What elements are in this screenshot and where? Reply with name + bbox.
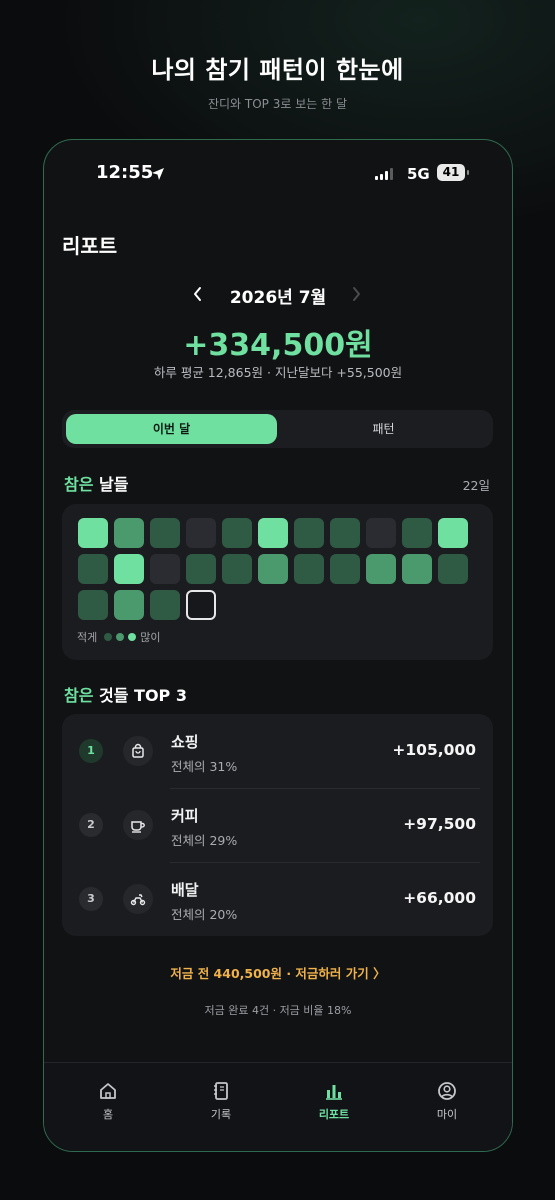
home-icon [100, 1083, 116, 1099]
top3-heading-accent: 참은 [64, 686, 94, 705]
location-arrow-icon [151, 166, 165, 185]
grass-cell[interactable] [402, 554, 432, 584]
category-share: 전체의 31% [171, 759, 238, 774]
tab-bar: 홈 기록 리포트 마이 [44, 1062, 512, 1151]
grass-cell[interactable] [186, 518, 216, 548]
grass-cell[interactable] [402, 518, 432, 548]
grass-cell[interactable] [186, 554, 216, 584]
month-label: 2026년 7월 [229, 288, 327, 308]
category-name: 배달 [171, 881, 199, 899]
grass-cell[interactable] [150, 554, 180, 584]
grass-cell[interactable] [330, 518, 360, 548]
grass-cell[interactable] [222, 554, 252, 584]
tab-record[interactable]: 기록 [191, 1081, 251, 1122]
top3-heading-rest: 것들 TOP 3 [93, 686, 187, 705]
legend-high-label: 많이 [140, 631, 161, 644]
category-share: 전체의 29% [171, 833, 238, 848]
network-label: 5G [407, 165, 430, 183]
top3-row[interactable]: 1 쇼핑 전체의 31% +105,000 [62, 714, 493, 788]
grass-cell[interactable] [438, 554, 468, 584]
category-name: 쇼핑 [171, 733, 199, 751]
grass-cell[interactable] [150, 518, 180, 548]
grass-heading: 참은 날들 [64, 471, 128, 495]
grass-cell[interactable] [438, 518, 468, 548]
rank-badge: 3 [79, 887, 103, 911]
grass-heading-accent: 참은 [64, 475, 94, 494]
bar-chart-icon [326, 1085, 342, 1100]
status-bar: 12:55 5G 41 [44, 162, 512, 186]
signal-icon [375, 168, 393, 180]
promo-title: 나의 참기 패턴이 한눈에 [151, 56, 404, 84]
category-amount: +66,000 [403, 889, 476, 907]
grass-cell[interactable] [258, 554, 288, 584]
grass-cell[interactable] [78, 590, 108, 620]
grass-cell[interactable] [366, 518, 396, 548]
legend-dot-high [128, 633, 137, 641]
grass-cell[interactable] [330, 554, 360, 584]
top3-card: 1 쇼핑 전체의 31% +105,000 2 커피 전체의 29% +97,5… [62, 714, 493, 936]
coffee-cup-icon [123, 810, 153, 840]
rank-badge: 1 [79, 739, 103, 763]
grass-cell[interactable] [258, 518, 288, 548]
status-time: 12:55 [96, 162, 154, 183]
top3-heading: 참은 것들 TOP 3 [64, 682, 187, 706]
grass-cell[interactable] [150, 590, 180, 620]
page-title: 리포트 [62, 234, 118, 258]
category-name: 커피 [171, 807, 199, 825]
scooter-icon [123, 884, 153, 914]
legend-low-label: 적게 [77, 631, 98, 644]
grass-cell[interactable] [366, 554, 396, 584]
category-amount: +97,500 [403, 815, 476, 833]
phone-frame: 12:55 5G 41 리포트 2026년 7월 +334,500원 하루 평균… [43, 139, 513, 1152]
grass-cell[interactable] [294, 518, 324, 548]
grass-card: 적게 많이 [62, 504, 493, 660]
user-icon [438, 1082, 456, 1100]
tab-home[interactable]: 홈 [78, 1081, 138, 1122]
grass-heading-rest: 날들 [93, 475, 129, 494]
grass-cell-today[interactable] [186, 590, 216, 620]
tab-label: 홈 [102, 1108, 114, 1121]
tab-label: 마이 [436, 1108, 458, 1121]
month-navigator: 2026년 7월 [44, 283, 512, 309]
tab-label: 리포트 [318, 1108, 350, 1121]
grass-cell[interactable] [114, 518, 144, 548]
total-amount: +334,500원 [183, 328, 373, 363]
grass-cell[interactable] [114, 590, 144, 620]
top3-row[interactable]: 2 커피 전체의 29% +97,500 [62, 788, 493, 862]
rank-badge: 2 [79, 813, 103, 837]
grass-cell[interactable] [222, 518, 252, 548]
battery-icon: 41 [437, 164, 465, 181]
grass-legend: 적게 많이 [77, 629, 161, 645]
legend-dot-mid [116, 633, 125, 641]
tab-this-month[interactable]: 이번 달 [66, 414, 277, 444]
days-count: 22일 [462, 478, 490, 493]
chevron-right-icon[interactable] [350, 286, 362, 306]
top3-row[interactable]: 3 배달 전체의 20% +66,000 [62, 862, 493, 936]
segmented-control: 이번 달 패턴 [62, 410, 493, 448]
promo-subtitle: 잔디와 TOP 3로 보는 한 달 [207, 97, 348, 111]
save-link[interactable]: 저금 전 440,500원 · 저금하러 가기 〉 [44, 963, 512, 982]
tab-label: 기록 [210, 1108, 232, 1121]
summary-text: 하루 평균 12,865원 · 지난달보다 +55,500원 [153, 365, 403, 380]
grass-cell[interactable] [294, 554, 324, 584]
battery-tip [467, 170, 469, 175]
category-share: 전체의 20% [171, 907, 238, 922]
category-amount: +105,000 [392, 741, 476, 759]
grass-cell[interactable] [114, 554, 144, 584]
legend-dot-low [104, 633, 113, 641]
notebook-icon [214, 1082, 228, 1100]
shopping-bag-icon [123, 736, 153, 766]
tab-pattern[interactable]: 패턴 [278, 414, 489, 444]
tab-report[interactable]: 리포트 [304, 1081, 364, 1122]
grass-cell[interactable] [78, 518, 108, 548]
tab-my[interactable]: 마이 [417, 1081, 477, 1122]
grass-cell[interactable] [78, 554, 108, 584]
save-stats: 저금 완료 4건 · 저금 비율 18% [204, 1004, 352, 1017]
